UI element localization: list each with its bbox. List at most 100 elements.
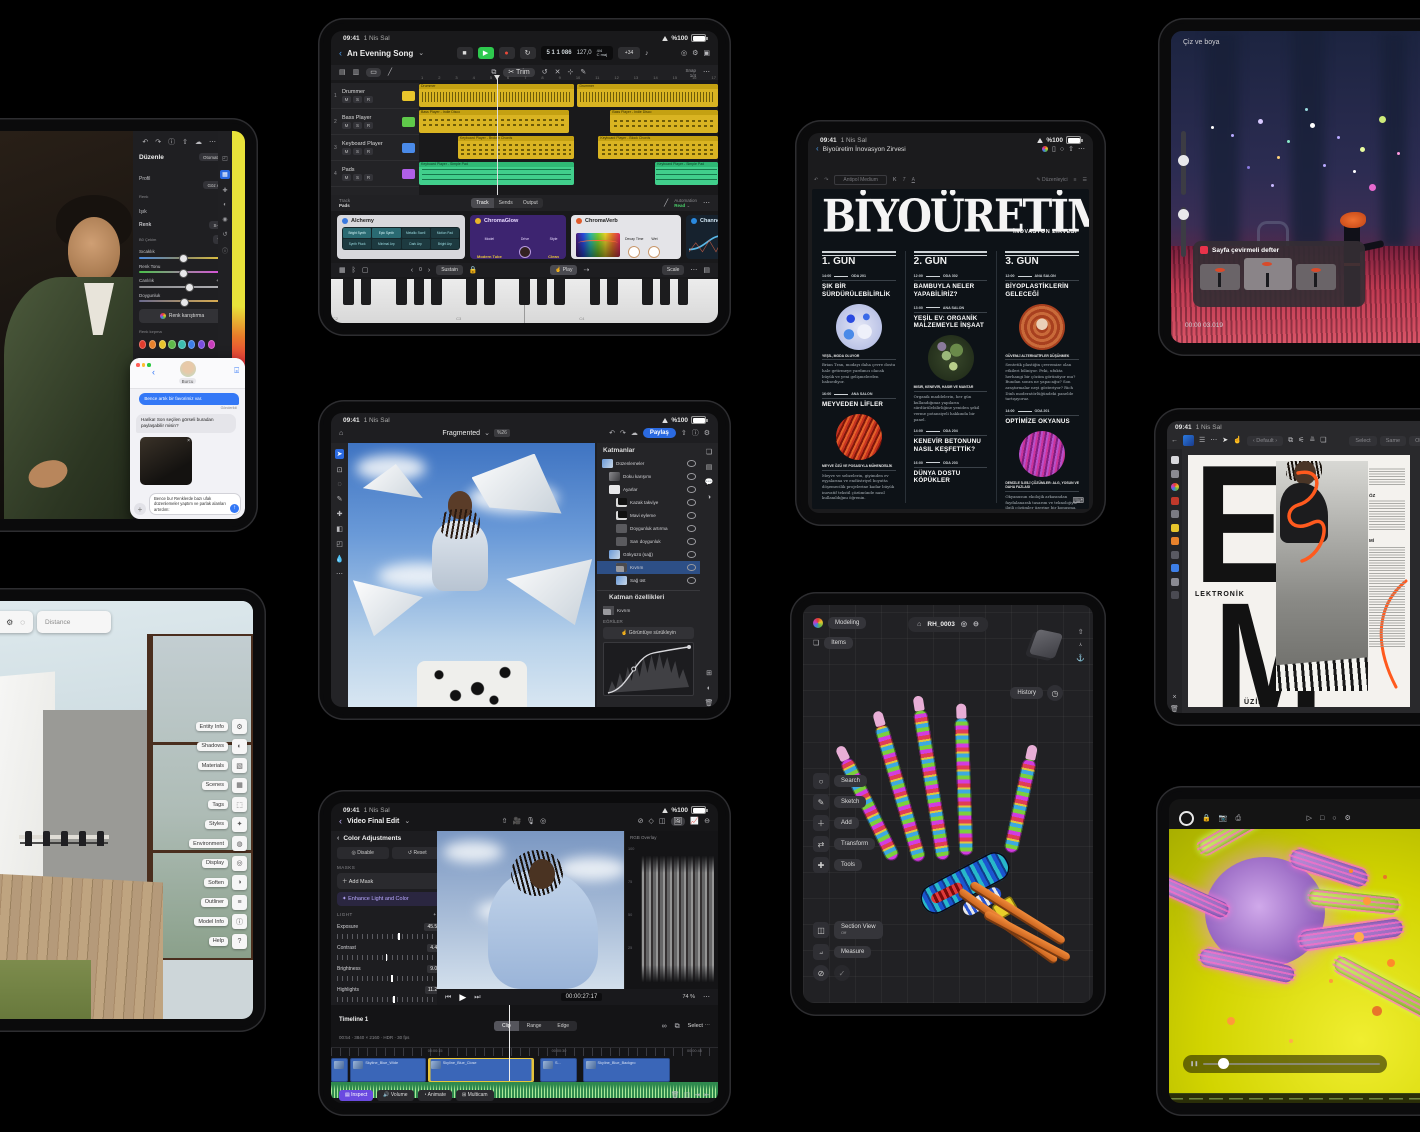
button-object[interactable]: Object: [1409, 436, 1420, 446]
layer-visibility-icon[interactable]: [687, 460, 696, 467]
shape-tool[interactable]: [1171, 551, 1179, 559]
piano-keyboard[interactable]: C2C3C4: [331, 279, 718, 323]
tool-icon[interactable]: ○: [813, 773, 829, 789]
font-selector[interactable]: Antipol Medium: [834, 175, 886, 185]
flip-icon[interactable]: ⚟: [1298, 437, 1304, 444]
home-icon[interactable]: ⌂: [917, 621, 921, 628]
delete-icon[interactable]: 🗑: [705, 700, 714, 707]
slider-thumb[interactable]: [398, 933, 400, 940]
msr-button[interactable]: M: [342, 174, 351, 181]
color-swatch[interactable]: [168, 340, 175, 349]
color-mix-button[interactable]: Renk karıştırma: [139, 309, 225, 323]
pencil-icon[interactable]: ╱: [664, 200, 668, 207]
camera-icon[interactable]: 📷: [1219, 815, 1228, 822]
slider-knob[interactable]: [1178, 209, 1189, 220]
alchemy-preset[interactable]: Motion Pad: [431, 228, 459, 238]
back-icon[interactable]: ←: [1171, 437, 1178, 444]
document-name[interactable]: Fragmented⌄%26: [442, 429, 510, 437]
select-menu[interactable]: Select ⋯: [688, 1023, 710, 1029]
slider-track[interactable]: [337, 997, 443, 1002]
slider-track[interactable]: [337, 934, 443, 939]
mobile-view-icon[interactable]: ▯: [1052, 146, 1056, 153]
share-button[interactable]: Paylaş: [643, 428, 676, 438]
tool-label[interactable]: Sketch: [834, 796, 866, 808]
window-controls[interactable]: [136, 363, 151, 367]
scopes-icon[interactable]: 📈: [690, 818, 699, 825]
piano-black-key[interactable]: [642, 279, 653, 305]
wet-knob[interactable]: [648, 246, 660, 258]
timeline-playhead[interactable]: [509, 1005, 510, 1081]
info-icon[interactable]: ⓘ: [168, 139, 175, 146]
project-title[interactable]: Video Final Edit: [347, 818, 399, 825]
healing-icon[interactable]: ✚: [222, 187, 227, 194]
settings-icon[interactable]: ⚙: [1344, 815, 1350, 822]
alchemy-preset[interactable]: Bright Arp: [431, 239, 459, 249]
plugin-channel-eq[interactable]: Channel EQ: [686, 215, 718, 259]
back-icon[interactable]: ‹: [337, 835, 339, 842]
items-button[interactable]: Items: [824, 637, 853, 649]
decay-knob[interactable]: [628, 246, 640, 258]
layer-row[interactable]: Sarı doygunluk: [597, 535, 700, 548]
panel-button[interactable]: ◑: [232, 875, 247, 890]
color-swatch[interactable]: [159, 340, 166, 349]
pause-icon[interactable]: ❚❚: [1190, 1062, 1198, 1067]
photoshop-canvas[interactable]: [348, 443, 595, 707]
document-pill[interactable]: ⌂ RH_0003 ◎ ⊖: [908, 617, 988, 632]
back-icon[interactable]: ‹: [152, 368, 155, 377]
alchemy-preset[interactable]: Synth Pluck: [343, 239, 371, 249]
slider-track[interactable]: [337, 976, 443, 981]
layer-row[interactable]: Doygunluk artırma: [597, 522, 700, 535]
drag-to-image-button[interactable]: ☝ Görüntüye sürükleyin: [603, 627, 694, 639]
split-view-icon[interactable]: ◫: [659, 818, 666, 825]
octave-up[interactable]: ›: [428, 267, 430, 274]
pen-tool[interactable]: [1171, 537, 1179, 545]
slider-thumb[interactable]: [393, 996, 395, 1003]
comments-icon[interactable]: 💬: [705, 479, 714, 486]
piano-black-key[interactable]: [607, 279, 618, 305]
gradient-tool[interactable]: ◧: [336, 525, 343, 533]
play-icon[interactable]: ▷: [1307, 815, 1312, 822]
play-button[interactable]: ▶: [478, 47, 494, 59]
slider-knob[interactable]: [1178, 155, 1189, 166]
color-grading-label[interactable]: Renk kırpma: [139, 329, 162, 334]
region-keys-2[interactable]: Keyboard Player - Block Chords: [598, 136, 718, 159]
piano-black-key[interactable]: [678, 279, 689, 305]
editor-button[interactable]: ✎ Düzenleyici: [1036, 177, 1067, 183]
record-icon[interactable]: ◎: [540, 818, 546, 825]
layer-visibility-icon[interactable]: [687, 486, 696, 493]
viewer-icon[interactable]: 🖼: [671, 817, 686, 826]
info-icon[interactable]: ⓘ: [222, 246, 228, 255]
more-icon[interactable]: ⋯: [209, 139, 216, 146]
keyboard-settings-icon[interactable]: ▦: [339, 267, 346, 274]
tool-label[interactable]: Add: [834, 817, 859, 829]
curves-section-label[interactable]: EĞRİLER: [603, 619, 700, 624]
inspector-tab[interactable]: Track: [471, 198, 493, 208]
measure-icon[interactable]: ⟓: [813, 944, 829, 960]
modeling-mode[interactable]: Modeling: [828, 617, 866, 629]
refresh-icon[interactable]: ○: [1332, 815, 1336, 822]
frame-thumbnail[interactable]: [1200, 264, 1240, 290]
timeline-zoom[interactable]: 74 %: [682, 994, 695, 1000]
layer-visibility-icon[interactable]: [687, 473, 696, 480]
italic-button[interactable]: T: [903, 177, 906, 183]
snap-icon[interactable]: ⚓: [1076, 655, 1085, 662]
facetime-icon[interactable]: ⌻: [234, 367, 239, 375]
measure-button[interactable]: Measure: [834, 946, 871, 958]
piano-black-key[interactable]: [361, 279, 372, 305]
crop-icon[interactable]: ◰: [222, 155, 228, 162]
slider-knob[interactable]: [180, 298, 189, 307]
prev-frame-icon[interactable]: ⏮: [445, 994, 451, 1001]
layer-row[interactable]: Doku karışımı: [597, 470, 700, 483]
node-tool[interactable]: ☝: [1233, 437, 1242, 444]
help-icon[interactable]: ⓘ: [692, 430, 699, 437]
cycle-button[interactable]: ↻: [520, 47, 536, 59]
button-same[interactable]: Same: [1380, 436, 1406, 446]
region-bass-2[interactable]: Bass Player - Indie Disco: [610, 110, 718, 133]
layer-row[interactable]: Kazak takviye: [597, 496, 700, 509]
piano-black-key[interactable]: [431, 279, 442, 305]
masking-icon[interactable]: ◐: [223, 202, 227, 208]
more-icon[interactable]: ⋯: [690, 267, 697, 274]
scale-button[interactable]: Scale: [662, 265, 685, 275]
delete-icon[interactable]: 🗑: [671, 1092, 680, 1099]
clone-tool[interactable]: ✚: [337, 510, 343, 518]
